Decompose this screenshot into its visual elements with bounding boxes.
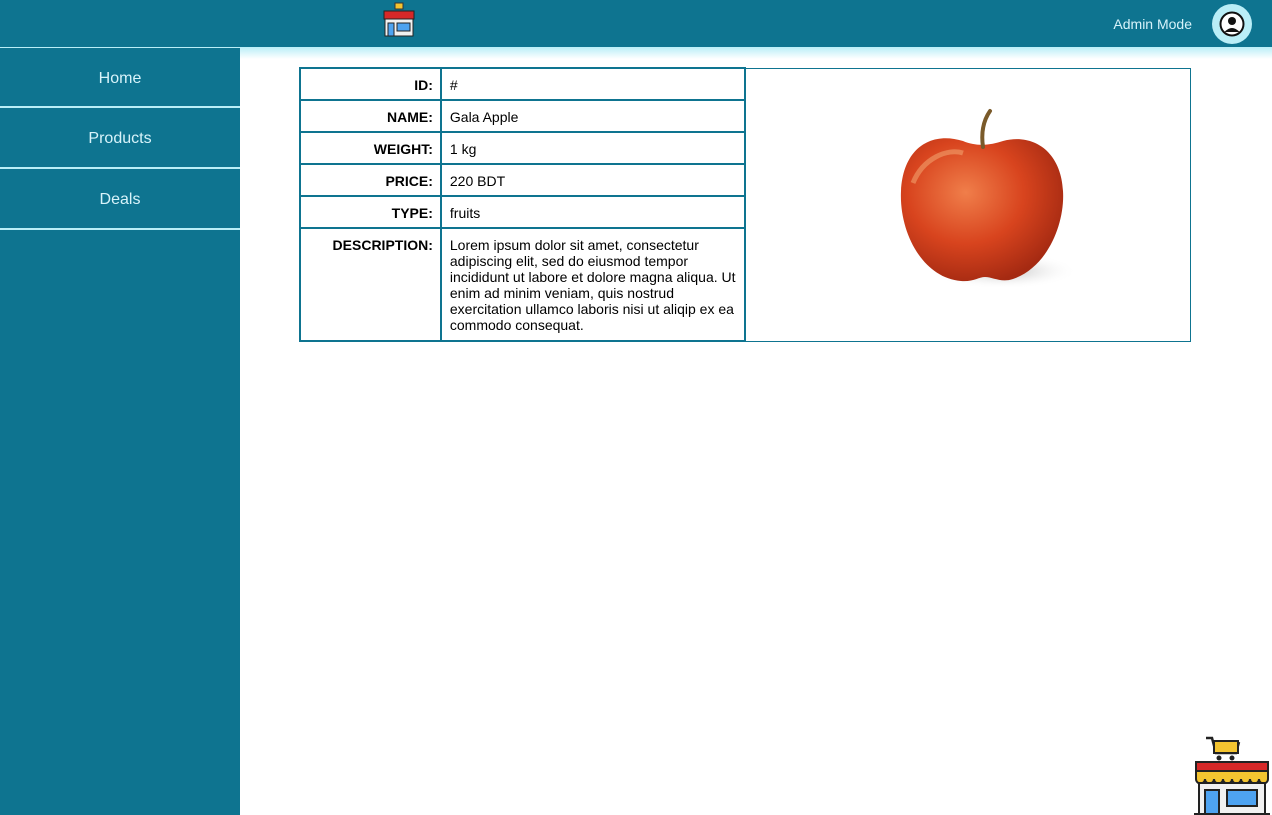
- sidebar-item-home[interactable]: Home: [0, 47, 240, 108]
- profile-button[interactable]: [1212, 4, 1252, 44]
- type-value: fruits: [439, 195, 747, 229]
- type-label: TYPE:: [299, 195, 442, 229]
- top-bar: Admin Mode: [0, 0, 1272, 47]
- weight-value: 1 kg: [439, 131, 747, 165]
- name-label: NAME:: [299, 99, 442, 133]
- description-label: DESCRIPTION:: [299, 227, 442, 342]
- admin-mode-label: Admin Mode: [1113, 16, 1192, 32]
- store-icon[interactable]: [381, 2, 417, 38]
- price-value: 220 BDT: [439, 163, 747, 197]
- user-circle-icon: [1219, 11, 1245, 37]
- store-cart-icon[interactable]: [1192, 735, 1272, 815]
- sidebar-item-products[interactable]: Products: [0, 108, 240, 169]
- sidebar-item-deals[interactable]: Deals: [0, 169, 240, 230]
- price-label: PRICE:: [299, 163, 442, 197]
- id-value: #: [439, 67, 747, 101]
- product-detail-table: ID: # NAME: Gala Apple WEIGHT: 1 kg PRIC…: [299, 67, 1192, 342]
- sidebar: Home Products Deals: [0, 47, 240, 815]
- product-image-cell: [744, 67, 1192, 342]
- description-value: Lorem ipsum dolor sit amet, consectetur …: [439, 227, 747, 342]
- header-shadow: [240, 47, 1272, 59]
- name-value: Gala Apple: [439, 99, 747, 133]
- id-label: ID:: [299, 67, 442, 101]
- weight-label: WEIGHT:: [299, 131, 442, 165]
- apple-image: [900, 109, 1079, 289]
- table-row: ID: #: [299, 67, 1192, 342]
